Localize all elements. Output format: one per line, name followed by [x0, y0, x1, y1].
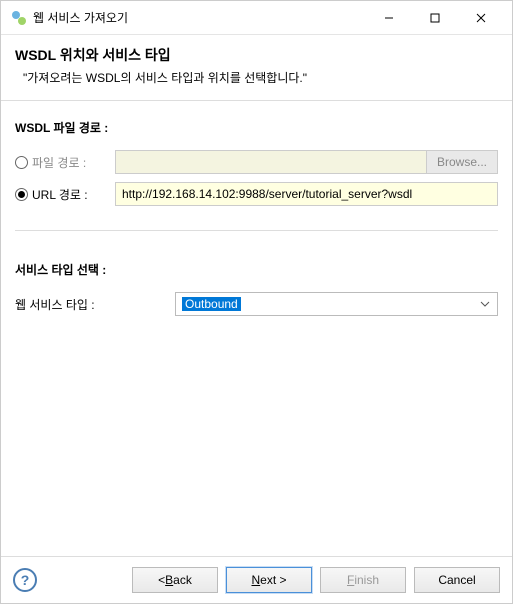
url-path-row: URL 경로 : — [15, 182, 498, 206]
file-path-row: 파일 경로 : Browse... — [15, 150, 498, 174]
page-title: WSDL 위치와 서비스 타입 — [15, 45, 498, 65]
file-path-radio-label: 파일 경로 : — [32, 154, 86, 171]
section-divider — [15, 230, 498, 231]
help-button[interactable]: ? — [13, 568, 37, 592]
service-type-select[interactable]: Outbound — [175, 292, 498, 316]
file-path-input[interactable] — [115, 150, 427, 174]
service-type-value: Outbound — [182, 297, 241, 311]
wizard-header: WSDL 위치와 서비스 타입 "가져오려는 WSDL의 서비스 타입과 위치를… — [1, 35, 512, 101]
close-button[interactable] — [458, 4, 504, 32]
page-subtitle: "가져오려는 WSDL의 서비스 타입과 위치를 선택합니다." — [15, 69, 498, 86]
cancel-button[interactable]: Cancel — [414, 567, 500, 593]
minimize-button[interactable] — [366, 4, 412, 32]
chevron-down-icon — [477, 301, 493, 307]
url-path-radio-label: URL 경로 : — [32, 186, 88, 203]
service-type-row: 웹 서비스 타입 : Outbound — [15, 292, 498, 316]
help-icon: ? — [21, 572, 30, 588]
wizard-footer: ? < Back Next > Finish Cancel — [1, 556, 512, 603]
next-button[interactable]: Next > — [226, 567, 312, 593]
service-type-section-label: 서비스 타입 선택 : — [15, 261, 498, 278]
content-area: WSDL 파일 경로 : 파일 경로 : Browse... URL 경로 : … — [1, 101, 512, 556]
app-icon — [11, 10, 27, 26]
titlebar: 웹 서비스 가져오기 — [1, 1, 512, 35]
service-type-label: 웹 서비스 타입 : — [15, 296, 175, 313]
window-title: 웹 서비스 가져오기 — [33, 9, 366, 26]
file-path-radio[interactable] — [15, 156, 28, 169]
back-button[interactable]: < Back — [132, 567, 218, 593]
maximize-button[interactable] — [412, 4, 458, 32]
url-path-input[interactable] — [115, 182, 498, 206]
finish-button[interactable]: Finish — [320, 567, 406, 593]
browse-button[interactable]: Browse... — [427, 150, 498, 174]
wsdl-path-section-label: WSDL 파일 경로 : — [15, 119, 498, 136]
url-path-radio[interactable] — [15, 188, 28, 201]
